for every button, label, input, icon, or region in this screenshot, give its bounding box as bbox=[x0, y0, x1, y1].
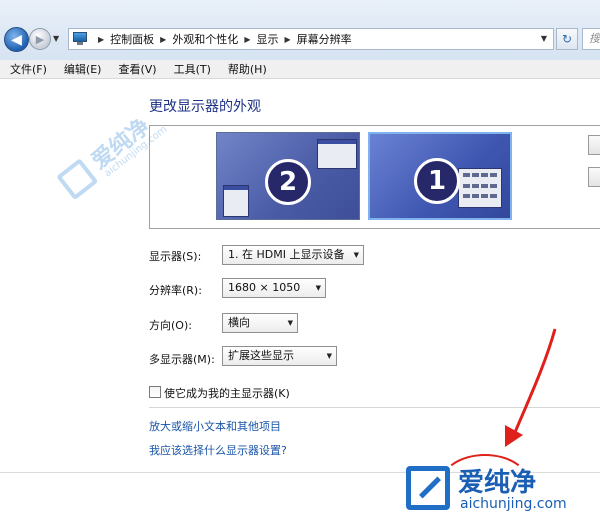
watermark-brand: 爱纯净 bbox=[458, 468, 537, 498]
chevron-down-icon: ▼ bbox=[353, 251, 359, 259]
grid-icon bbox=[458, 168, 502, 208]
primary-display-label[interactable]: 使它成为我的主显示器(K) bbox=[164, 385, 290, 401]
display-settings-help-link[interactable]: 我应该选择什么显示器设置? bbox=[149, 442, 287, 458]
orientation-select[interactable]: 横向 ▼ bbox=[222, 313, 298, 333]
identify-button[interactable] bbox=[588, 167, 600, 187]
breadcrumb[interactable]: ▶ 控制面板 ▶ 外观和个性化 ▶ 显示 ▶ 屏幕分辨率 ▼ bbox=[68, 28, 554, 50]
arrow-right-icon: ▶ bbox=[35, 32, 45, 46]
chevron-right-icon[interactable]: ▶ bbox=[244, 35, 250, 44]
watermark-url: aichunjing.com bbox=[460, 496, 567, 512]
control-panel-icon bbox=[72, 32, 88, 46]
breadcrumb-appearance[interactable]: 外观和个性化 bbox=[172, 31, 238, 47]
back-button[interactable]: ◀ bbox=[4, 27, 29, 52]
forward-button[interactable]: ▶ bbox=[29, 28, 51, 50]
orientation-label: 方向(O): bbox=[149, 319, 192, 332]
resolution-select[interactable]: 1680 × 1050 ▼ bbox=[222, 278, 326, 298]
watermark-mark-icon bbox=[406, 466, 450, 510]
chevron-right-icon[interactable]: ▶ bbox=[284, 35, 290, 44]
display-select[interactable]: 1. 在 HDMI 上显示设备 ▼ bbox=[222, 245, 364, 265]
monitor-number: 2 bbox=[265, 159, 311, 205]
resolution-select-value: 1680 × 1050 bbox=[228, 281, 301, 294]
menu-file[interactable]: 文件(F) bbox=[0, 61, 54, 77]
text-size-link[interactable]: 放大或缩小文本和其他项目 bbox=[149, 418, 281, 434]
menu-tools[interactable]: 工具(T) bbox=[164, 61, 218, 77]
monitor-number: 1 bbox=[414, 158, 460, 204]
breadcrumb-screen-resolution[interactable]: 屏幕分辨率 bbox=[297, 31, 352, 47]
phone-icon bbox=[223, 185, 249, 217]
menu-help[interactable]: 帮助(H) bbox=[218, 61, 274, 77]
menu-edit[interactable]: 编辑(E) bbox=[54, 61, 109, 77]
watermark-logo: 爱纯净 aichunjing.com bbox=[400, 462, 598, 516]
orientation-select-value: 横向 bbox=[228, 316, 250, 329]
chevron-right-icon[interactable]: ▶ bbox=[160, 35, 166, 44]
display-label: 显示器(S): bbox=[149, 250, 202, 263]
chevron-down-icon: ▼ bbox=[315, 284, 321, 292]
detect-button[interactable] bbox=[588, 135, 600, 155]
refresh-icon: ↻ bbox=[561, 32, 573, 46]
search-input[interactable]: 搜 bbox=[582, 28, 600, 50]
recent-pages-dropdown[interactable]: ▼ bbox=[53, 34, 63, 44]
refresh-button[interactable]: ↻ bbox=[556, 28, 578, 50]
arrow-left-icon: ◀ bbox=[11, 31, 22, 48]
resolution-label: 分辨率(R): bbox=[149, 284, 202, 297]
display-select-value: 1. 在 HDMI 上显示设备 bbox=[228, 248, 345, 261]
breadcrumb-control-panel[interactable]: 控制面板 bbox=[110, 31, 154, 47]
menu-bar: 文件(F) 编辑(E) 查看(V) 工具(T) 帮助(H) bbox=[0, 60, 600, 79]
chevron-down-icon: ▼ bbox=[326, 352, 332, 360]
multiple-displays-label: 多显示器(M): bbox=[149, 353, 215, 366]
monitor-2[interactable]: 2 bbox=[216, 132, 360, 220]
multiple-displays-select-value: 扩展这些显示 bbox=[228, 349, 294, 362]
address-dropdown-icon[interactable]: ▼ bbox=[541, 34, 547, 43]
monitor-1[interactable]: 1 bbox=[368, 132, 512, 220]
primary-display-checkbox[interactable] bbox=[149, 386, 161, 398]
multiple-displays-select[interactable]: 扩展这些显示 ▼ bbox=[222, 346, 337, 366]
breadcrumb-display[interactable]: 显示 bbox=[256, 31, 278, 47]
window-icon bbox=[317, 139, 357, 169]
chevron-down-icon: ▼ bbox=[287, 319, 293, 327]
address-bar: ◀ ▶ ▼ ▶ 控制面板 ▶ 外观和个性化 ▶ 显示 ▶ 屏幕分辨率 ▼ ↻ 搜 bbox=[0, 0, 600, 60]
monitor-arrangement-panel: 2 1 bbox=[149, 125, 600, 229]
red-arrow-annotation bbox=[505, 328, 557, 447]
chevron-right-icon[interactable]: ▶ bbox=[98, 35, 104, 44]
